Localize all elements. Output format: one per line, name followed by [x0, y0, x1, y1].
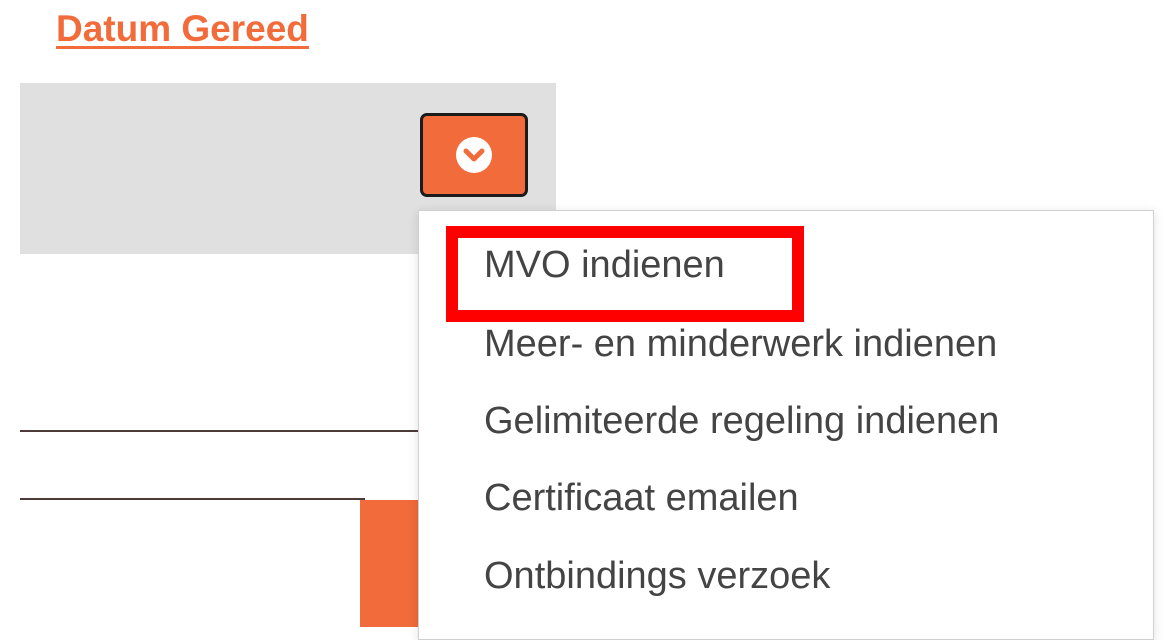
table-row-divider [20, 498, 365, 500]
menu-item-meer-en-minderwerk-indienen[interactable]: Meer- en minderwerk indienen [484, 322, 997, 366]
orange-action-block[interactable] [360, 500, 422, 627]
table-row-divider [20, 430, 420, 432]
chevron-down-circle-icon [456, 137, 492, 173]
row-actions-dropdown-menu: MVO indienen Meer- en minderwerk indiene… [418, 210, 1154, 640]
sort-column-link-datum-gereed[interactable]: Datum Gereed [56, 8, 309, 50]
row-actions-dropdown-button[interactable] [420, 113, 528, 197]
menu-item-certificaat-emailen[interactable]: Certificaat emailen [484, 476, 799, 520]
menu-item-ontbindings-verzoek[interactable]: Ontbindings verzoek [484, 554, 830, 598]
menu-item-mvo-indienen[interactable]: MVO indienen [484, 243, 725, 287]
menu-item-gelimiteerde-regeling-indienen[interactable]: Gelimiteerde regeling indienen [484, 399, 999, 443]
